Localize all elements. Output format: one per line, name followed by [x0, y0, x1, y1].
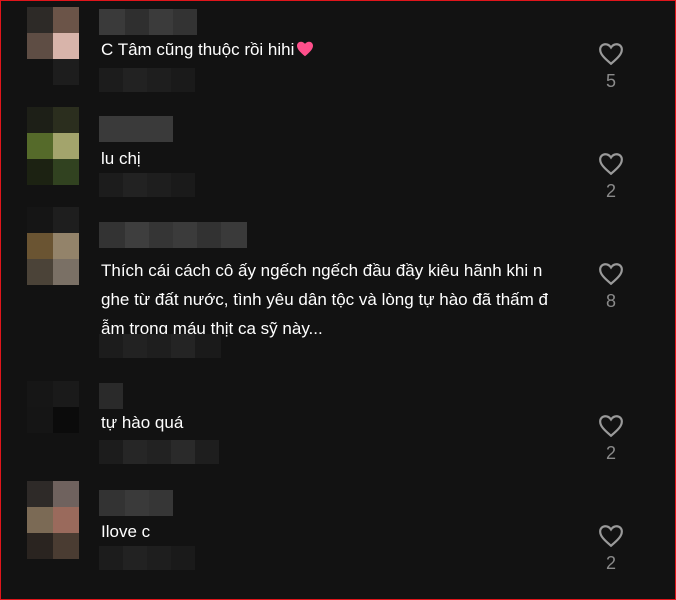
avatar[interactable] — [27, 107, 79, 185]
avatar[interactable] — [27, 381, 79, 459]
like-button[interactable]: 8 — [595, 262, 627, 312]
avatar[interactable] — [27, 207, 79, 285]
comment-meta-blurred — [99, 546, 195, 570]
username-blurred[interactable] — [99, 383, 123, 409]
comment-meta-blurred — [99, 68, 195, 92]
comment-text: Thích cái cách cô ấy ngếch ngếch đầu đầy… — [101, 261, 548, 338]
avatar[interactable] — [27, 7, 79, 85]
comment-meta-blurred — [99, 334, 221, 358]
comment-text: Ilove c — [101, 522, 151, 541]
comment-meta-blurred — [99, 440, 219, 464]
like-count: 2 — [605, 443, 616, 463]
comment-text: C Tâm cũng thuộc rồi hihi — [101, 35, 571, 66]
like-button[interactable]: 2 — [595, 414, 627, 464]
like-count: 2 — [605, 181, 616, 201]
like-button[interactable]: 2 — [595, 524, 627, 574]
like-count: 5 — [605, 71, 616, 91]
heart-outline-icon — [599, 263, 623, 286]
avatar[interactable] — [27, 481, 79, 559]
comment-text: tự hào quá — [101, 413, 184, 432]
username-blurred[interactable] — [99, 490, 173, 516]
pink-heart-icon — [296, 37, 314, 66]
like-count: 2 — [605, 553, 616, 573]
username-blurred[interactable] — [99, 9, 197, 35]
username-blurred[interactable] — [99, 116, 173, 142]
comment-text: lu chị — [101, 149, 141, 168]
heart-outline-icon — [599, 525, 623, 548]
like-button[interactable]: 2 — [595, 152, 627, 202]
heart-outline-icon — [599, 43, 623, 66]
heart-outline-icon — [599, 415, 623, 438]
heart-outline-icon — [599, 153, 623, 176]
like-count: 8 — [605, 291, 616, 311]
comment-meta-blurred — [99, 173, 195, 197]
username-blurred[interactable] — [99, 222, 247, 248]
like-button[interactable]: 5 — [595, 42, 627, 92]
